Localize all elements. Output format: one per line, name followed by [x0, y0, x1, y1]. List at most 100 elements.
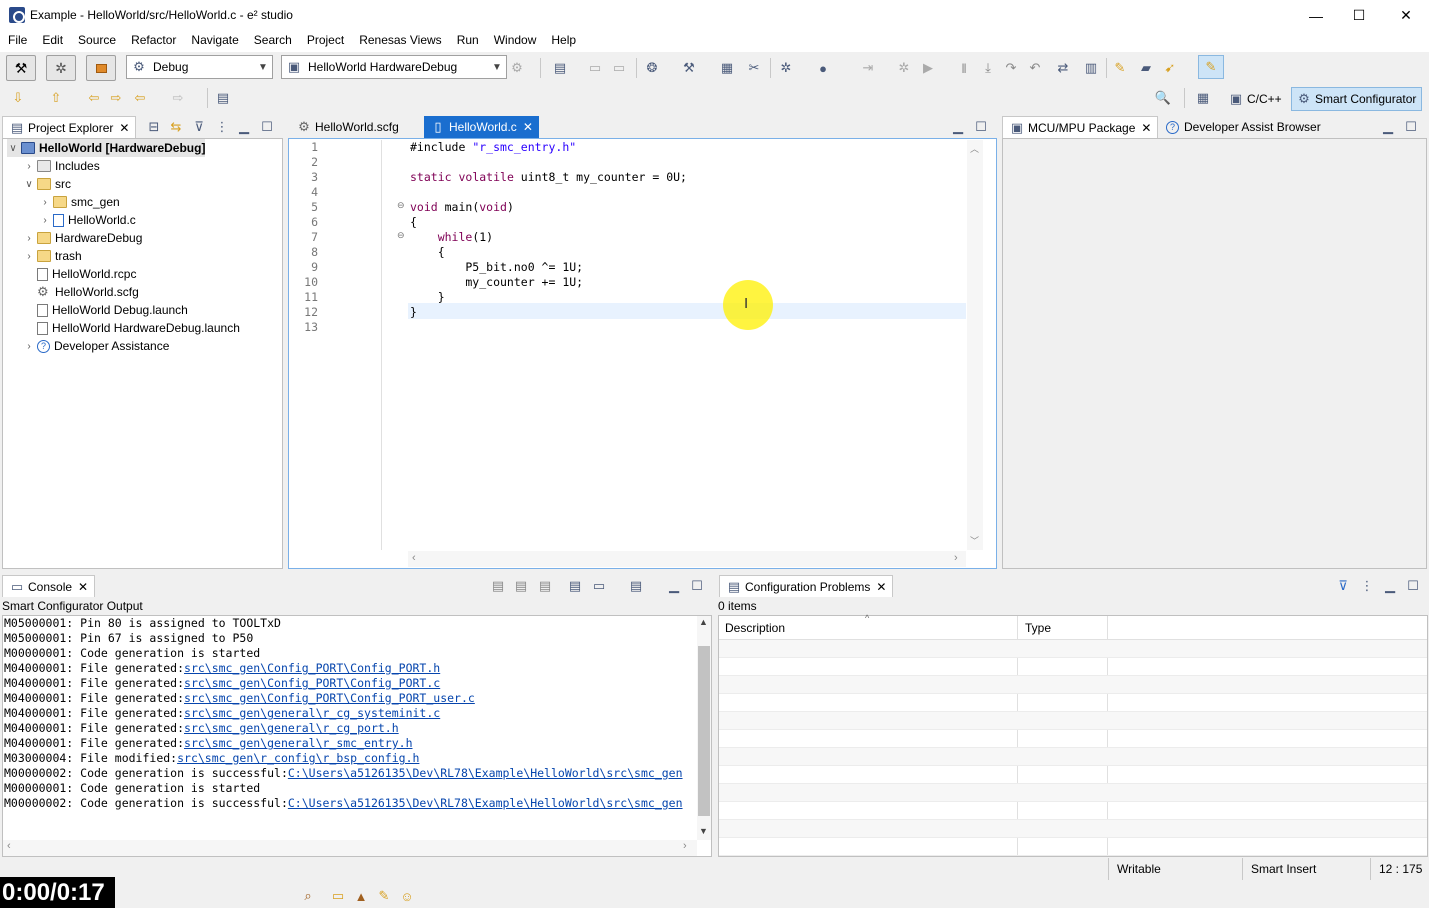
maximize-view-icon[interactable]: ☐	[973, 119, 989, 135]
console-file-link[interactable]: C:\Users\a5126135\Dev\RL78\Example\Hello…	[288, 766, 683, 780]
console-vertical-scrollbar[interactable]: ▲ ▼	[697, 616, 711, 840]
console-file-link[interactable]: src\smc_gen\general\r_cg_port.h	[184, 721, 399, 735]
scroll-left-icon[interactable]: ‹	[7, 840, 11, 852]
column-type[interactable]: Type	[1025, 621, 1051, 635]
debug-run-icon[interactable]: ✲	[778, 60, 794, 76]
next-annotation-icon[interactable]: ⇩	[10, 90, 26, 106]
console-file-link[interactable]: src\smc_gen\Config_PORT\Config_PORT_user…	[184, 691, 475, 705]
cap-icon[interactable]: ▲	[353, 888, 369, 904]
scroll-up-icon[interactable]: ▲	[699, 617, 708, 627]
console-file-link[interactable]: src\smc_gen\Config_PORT\Config_PORT.h	[184, 661, 440, 675]
view-menu-icon[interactable]: ⋮	[1359, 578, 1375, 594]
code-line[interactable]: {	[410, 245, 445, 259]
debug-button[interactable]: ✲	[46, 55, 76, 81]
editor-vertical-scrollbar[interactable]: ︿ ﹀	[967, 140, 983, 550]
pin-icon[interactable]: ▤	[215, 90, 231, 106]
tab-configuration-problems[interactable]: ▤ Configuration Problems ✕	[719, 575, 894, 597]
close-button[interactable]: ✕	[1383, 0, 1429, 31]
scroll-right-icon[interactable]: ›	[954, 552, 958, 564]
menu-project[interactable]: Project	[299, 31, 351, 52]
open-icon[interactable]: ▰	[1138, 60, 1154, 76]
editor-horizontal-scrollbar[interactable]: ‹ ›	[408, 551, 966, 567]
tab-helloworld-scfg[interactable]: ⚙ HelloWorld.scfg	[290, 116, 405, 138]
build-icon[interactable]: ⚒	[681, 60, 697, 76]
clear-console-icon[interactable]: ▤	[490, 578, 506, 594]
tools-icon[interactable]: ✂	[746, 60, 762, 76]
tree-item-hardwaredebug-launch[interactable]: HelloWorld HardwareDebug.launch	[23, 319, 240, 337]
collapse-all-icon[interactable]: ⊟	[146, 119, 162, 135]
tree-item-rcpc[interactable]: HelloWorld.rcpc	[23, 265, 136, 283]
filter-icon[interactable]: ⊽	[1335, 578, 1351, 594]
code-line[interactable]: }	[410, 305, 417, 319]
step-over-icon[interactable]: ↷	[1003, 60, 1019, 76]
tree-item-scfg[interactable]: ⚙ HelloWorld.scfg	[23, 283, 139, 301]
maximize-button[interactable]: ☐	[1336, 0, 1382, 31]
reset-icon[interactable]: ✲	[896, 60, 912, 76]
fold-collapse-icon[interactable]: ⊖	[397, 200, 405, 211]
console-file-link[interactable]: src\smc_gen\Config_PORT\Config_PORT.c	[184, 676, 440, 690]
menu-run[interactable]: Run	[449, 31, 486, 52]
menu-window[interactable]: Window	[486, 31, 544, 52]
perspective-smart-configurator[interactable]: ⚙ Smart Configurator	[1291, 87, 1422, 111]
tab-mcu-mpu-package[interactable]: ▣ MCU/MPU Package ✕	[1002, 116, 1159, 138]
run-icon[interactable]: ●	[815, 60, 831, 76]
code-line[interactable]: my_counter += 1U;	[410, 275, 583, 289]
scrollbar-thumb[interactable]	[698, 646, 710, 816]
code-line[interactable]: void main(void)	[410, 200, 514, 214]
menu-search[interactable]: Search	[246, 31, 299, 52]
minimize-view-icon[interactable]: ▁	[236, 119, 252, 135]
build-config-combo[interactable]: ⚙ Debug ▼	[126, 55, 273, 79]
scroll-down-icon[interactable]: ▼	[699, 826, 708, 836]
word-wrap-icon[interactable]: ▤	[537, 578, 553, 594]
suspend-icon[interactable]: ‖	[956, 60, 972, 76]
trim-icon[interactable]: ⌕	[300, 888, 316, 904]
tree-item-smc-gen[interactable]: › smc_gen	[39, 193, 119, 211]
scroll-down-icon[interactable]: ﹀	[970, 534, 979, 547]
forward-edit-icon[interactable]: ⇨	[108, 90, 124, 106]
view-menu-icon[interactable]: ⋮	[214, 119, 230, 135]
close-icon[interactable]: ✕	[523, 120, 533, 134]
step-into-icon[interactable]: ⤓	[980, 60, 996, 76]
open-perspective-icon[interactable]: ▦	[1195, 90, 1211, 106]
perspective-cpp[interactable]: ▣ C/C++	[1224, 87, 1286, 111]
tree-item-project[interactable]: ∨ HelloWorld [HardwareDebug]	[7, 139, 206, 157]
tree-item-developer-assistance[interactable]: › ? Developer Assistance	[23, 337, 169, 355]
book-icon[interactable]: ▭	[330, 888, 346, 904]
maximize-view-icon[interactable]: ☐	[259, 119, 275, 135]
minimize-view-icon[interactable]: ▁	[666, 578, 682, 594]
display-console-icon[interactable]: ▭	[591, 578, 607, 594]
code-line[interactable]: while(1)	[410, 230, 493, 244]
minimize-view-icon[interactable]: ▁	[1382, 578, 1398, 594]
menu-renesas-views[interactable]: Renesas Views	[351, 31, 449, 52]
console-horizontal-scrollbar[interactable]: ‹ ›	[3, 840, 697, 856]
tree-item-includes[interactable]: › Includes	[23, 157, 99, 175]
pin-console-icon[interactable]: ▤	[567, 578, 583, 594]
highlight-toggle-button[interactable]: ✎	[1198, 55, 1224, 79]
tab-helloworld-c[interactable]: ▯ HelloWorld.c ✕	[424, 116, 539, 138]
maximize-view-icon[interactable]: ☐	[689, 578, 705, 594]
forward-icon[interactable]: ⇨	[170, 90, 186, 106]
close-icon[interactable]: ✕	[876, 580, 886, 594]
menu-source[interactable]: Source	[70, 31, 123, 52]
scroll-left-icon[interactable]: ‹	[412, 552, 416, 564]
minimize-button[interactable]: —	[1293, 0, 1339, 31]
tree-item-debug-launch[interactable]: HelloWorld Debug.launch	[23, 301, 188, 319]
code-line[interactable]: static volatile uint8_t my_counter = 0U;	[410, 170, 687, 184]
scroll-right-icon[interactable]: ›	[683, 840, 687, 852]
back-icon[interactable]: ⇦	[132, 90, 148, 106]
resume-icon[interactable]: ▶	[920, 60, 936, 76]
code-line[interactable]: P5_bit.no0 ^= 1U;	[410, 260, 583, 274]
search-icon[interactable]: 🔍	[1155, 90, 1171, 106]
code-line[interactable]: }	[410, 290, 445, 304]
connect-icon[interactable]: ⇄	[1055, 60, 1071, 76]
tree-item-helloworld-c[interactable]: › HelloWorld.c	[39, 211, 135, 229]
tree-item-trash[interactable]: › trash	[23, 247, 81, 265]
terminate-button[interactable]	[86, 55, 116, 81]
tab-developer-assist-browser[interactable]: ? Developer Assist Browser	[1158, 116, 1327, 138]
last-edit-icon[interactable]: ⇦	[86, 90, 102, 106]
step-return-icon[interactable]: ↶	[1027, 60, 1043, 76]
filter-icon[interactable]: ⊽	[191, 119, 207, 135]
tab-console[interactable]: ▭ Console ✕	[2, 575, 96, 597]
pen-icon[interactable]: ✎	[1112, 60, 1128, 76]
menu-navigate[interactable]: Navigate	[183, 31, 245, 52]
